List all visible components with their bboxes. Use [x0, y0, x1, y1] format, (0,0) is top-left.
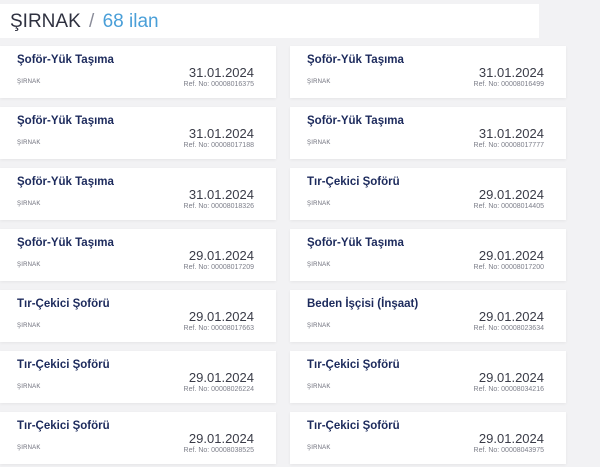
listing-ref-no: Ref. No: 00008017777	[473, 142, 544, 149]
listing-card[interactable]: Şoför-Yük Taşıma ŞIRNAK 31.01.2024 Ref. …	[0, 107, 276, 159]
listing-ref-no: Ref. No: 00008017200	[473, 264, 544, 271]
listing-title[interactable]: Tır-Çekici Şoförü	[307, 359, 400, 371]
listing-ref-no: Ref. No: 00008016499	[473, 81, 544, 88]
listing-city: ŞIRNAK	[17, 79, 41, 85]
listing-card[interactable]: Tır-Çekici Şoförü ŞIRNAK 29.01.2024 Ref.…	[0, 351, 276, 403]
listing-title[interactable]: Şoför-Yük Taşıma	[17, 237, 114, 249]
listing-date: 29.01.2024	[478, 431, 544, 446]
listing-city: ŞIRNAK	[17, 262, 41, 268]
listing-card[interactable]: Şoför-Yük Taşıma ŞIRNAK 31.01.2024 Ref. …	[290, 46, 566, 98]
listing-title[interactable]: Tır-Çekici Şoförü	[17, 359, 110, 371]
listing-city: ŞIRNAK	[17, 323, 41, 329]
listing-ref-no: Ref. No: 00008043975	[473, 447, 544, 454]
listing-date: 31.01.2024	[188, 65, 254, 80]
header-separator: /	[89, 11, 95, 32]
listing-date: 31.01.2024	[478, 126, 544, 141]
listing-card[interactable]: Tır-Çekici Şoförü ŞIRNAK 29.01.2024 Ref.…	[290, 168, 566, 220]
listing-title[interactable]: Şoför-Yük Taşıma	[17, 54, 114, 66]
listing-date: 29.01.2024	[188, 370, 254, 385]
listing-title[interactable]: Şoför-Yük Taşıma	[307, 115, 404, 127]
listing-date: 29.01.2024	[188, 309, 254, 324]
listing-city: ŞIRNAK	[17, 445, 41, 451]
listing-ref-no: Ref. No: 00008016375	[183, 81, 254, 88]
listing-title[interactable]: Beden İşçisi (İnşaat)	[307, 298, 418, 310]
page-header: ŞIRNAK / 68 ilan	[0, 4, 539, 38]
header-listing-count: 68 ilan	[102, 11, 159, 32]
listing-date: 29.01.2024	[478, 248, 544, 263]
listing-card[interactable]: Şoför-Yük Taşıma ŞIRNAK 31.01.2024 Ref. …	[290, 107, 566, 159]
listing-card[interactable]: Şoför-Yük Taşıma ŞIRNAK 29.01.2024 Ref. …	[0, 229, 276, 281]
listing-city: ŞIRNAK	[17, 140, 41, 146]
listing-ref-no: Ref. No: 00008017663	[183, 325, 254, 332]
listing-card[interactable]: Tır-Çekici Şoförü ŞIRNAK 29.01.2024 Ref.…	[0, 290, 276, 342]
listing-city: ŞIRNAK	[307, 201, 331, 207]
listing-city: ŞIRNAK	[17, 384, 41, 390]
listing-city: ŞIRNAK	[307, 79, 331, 85]
listing-card[interactable]: Şoför-Yük Taşıma ŞIRNAK 29.01.2024 Ref. …	[290, 229, 566, 281]
listing-city: ŞIRNAK	[307, 262, 331, 268]
listing-ref-no: Ref. No: 00008026224	[183, 386, 254, 393]
listing-date: 29.01.2024	[478, 187, 544, 202]
listing-date: 31.01.2024	[478, 65, 544, 80]
listing-title[interactable]: Şoför-Yük Taşıma	[307, 54, 404, 66]
listing-title[interactable]: Şoför-Yük Taşıma	[17, 176, 114, 188]
listing-date: 29.01.2024	[188, 431, 254, 446]
listing-ref-no: Ref. No: 00008038525	[183, 447, 254, 454]
listing-ref-no: Ref. No: 00008017209	[183, 264, 254, 271]
listing-date: 29.01.2024	[478, 370, 544, 385]
listing-card[interactable]: Tır-Çekici Şoförü ŞIRNAK 29.01.2024 Ref.…	[0, 412, 276, 464]
listing-date: 31.01.2024	[188, 187, 254, 202]
header-city: ŞIRNAK	[10, 11, 81, 32]
listing-date: 29.01.2024	[188, 248, 254, 263]
listing-date: 31.01.2024	[188, 126, 254, 141]
listing-ref-no: Ref. No: 00008023634	[473, 325, 544, 332]
listing-ref-no: Ref. No: 00008034216	[473, 386, 544, 393]
listing-city: ŞIRNAK	[17, 201, 41, 207]
listing-card[interactable]: Şoför-Yük Taşıma ŞIRNAK 31.01.2024 Ref. …	[0, 46, 276, 98]
listing-card[interactable]: Tır-Çekici Şoförü ŞIRNAK 29.01.2024 Ref.…	[290, 351, 566, 403]
listing-ref-no: Ref. No: 00008018326	[183, 203, 254, 210]
listing-date: 29.01.2024	[478, 309, 544, 324]
listing-ref-no: Ref. No: 00008017188	[183, 142, 254, 149]
listing-title[interactable]: Tır-Çekici Şoförü	[17, 420, 110, 432]
listing-city: ŞIRNAK	[307, 384, 331, 390]
listing-card[interactable]: Beden İşçisi (İnşaat) ŞIRNAK 29.01.2024 …	[290, 290, 566, 342]
listing-title[interactable]: Şoför-Yük Taşıma	[307, 237, 404, 249]
listing-title[interactable]: Tır-Çekici Şoförü	[307, 176, 400, 188]
listing-city: ŞIRNAK	[307, 323, 331, 329]
listing-card[interactable]: Şoför-Yük Taşıma ŞIRNAK 31.01.2024 Ref. …	[0, 168, 276, 220]
listing-city: ŞIRNAK	[307, 140, 331, 146]
listing-ref-no: Ref. No: 00008014405	[473, 203, 544, 210]
listing-city: ŞIRNAK	[307, 445, 331, 451]
listing-card[interactable]: Tır-Çekici Şoförü ŞIRNAK 29.01.2024 Ref.…	[290, 412, 566, 464]
listing-title[interactable]: Şoför-Yük Taşıma	[17, 115, 114, 127]
listing-title[interactable]: Tır-Çekici Şoförü	[307, 420, 400, 432]
listing-title[interactable]: Tır-Çekici Şoförü	[17, 298, 110, 310]
